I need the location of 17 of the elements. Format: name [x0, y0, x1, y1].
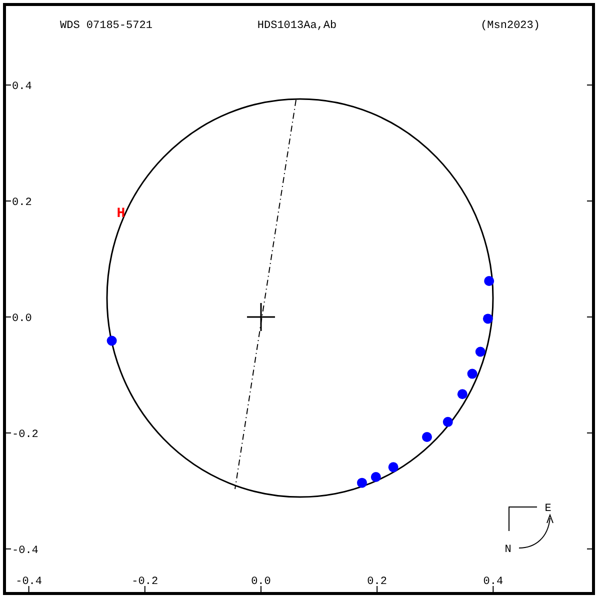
y-tick-label: 0.0 — [12, 312, 32, 325]
x-tick-label: -0.2 — [132, 576, 158, 588]
compass-north: N — [504, 544, 512, 556]
y-tick-label: -0.2 — [12, 428, 38, 441]
y-tick-label: -0.4 — [12, 544, 38, 557]
compass-east: E — [544, 503, 552, 515]
reference-code: (Msn2023) — [480, 20, 540, 32]
annotation-label: H — [116, 206, 126, 222]
primary-star-cross — [247, 303, 275, 331]
x-tick-label: -0.4 — [16, 576, 42, 588]
y-tick-label: 0.4 — [12, 81, 32, 94]
y-tick-label: 0.2 — [12, 197, 32, 209]
system-id: WDS 07185-5721 — [60, 20, 152, 32]
x-tick-label: 0.4 — [483, 576, 504, 588]
x-tick-label: 0.2 — [367, 576, 387, 588]
x-tick-label: 0.0 — [251, 576, 271, 588]
component-name: HDS1013Aa,Ab — [257, 20, 337, 32]
